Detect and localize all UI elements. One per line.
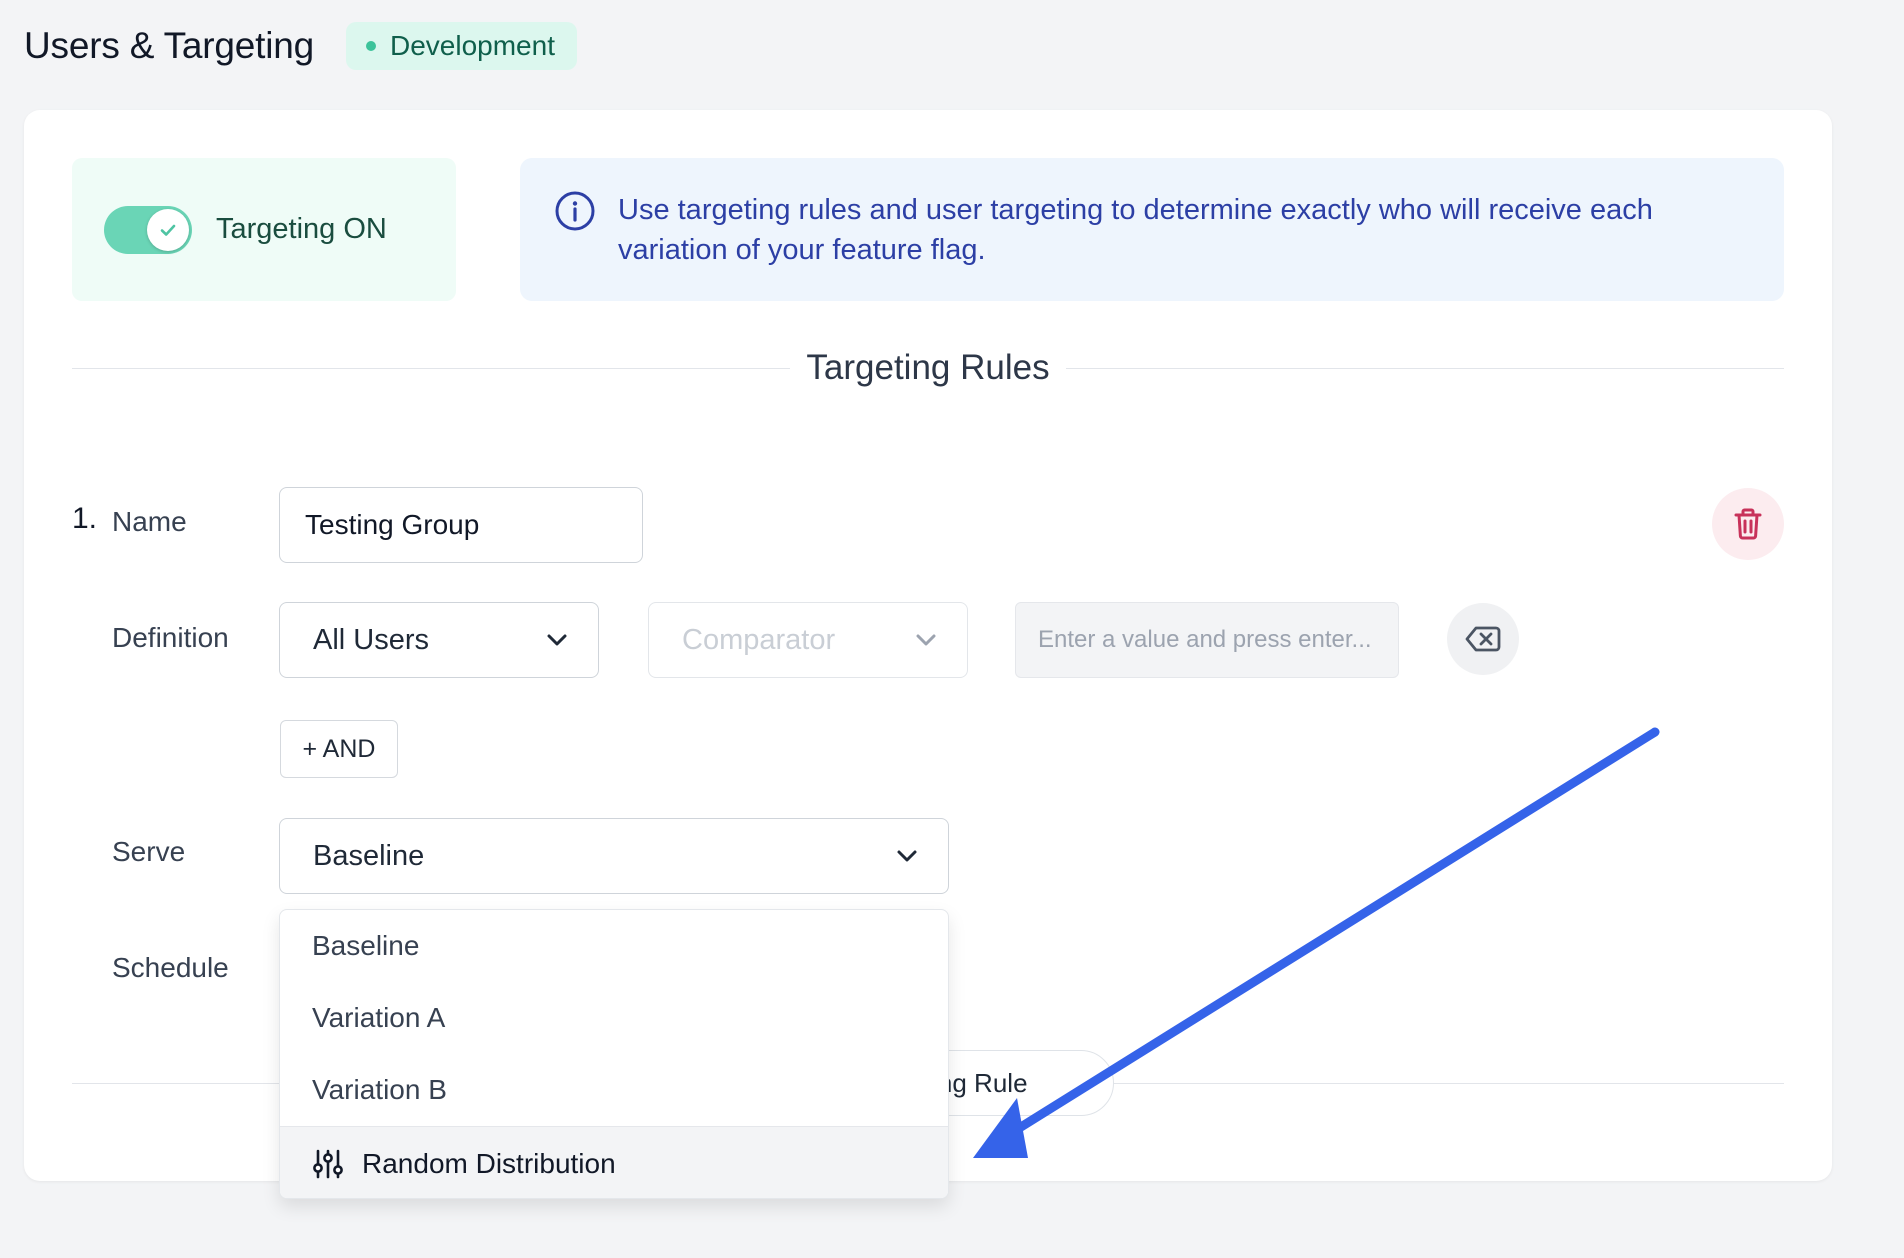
info-icon bbox=[555, 191, 595, 231]
environment-badge: Development bbox=[346, 22, 577, 70]
dropdown-option-baseline[interactable]: Baseline bbox=[280, 910, 948, 982]
page-title: Users & Targeting bbox=[24, 25, 314, 66]
serve-dropdown-menu: Baseline Variation A Variation B Random … bbox=[279, 909, 949, 1199]
condition-value-input[interactable]: Enter a value and press enter... bbox=[1015, 602, 1399, 678]
chevron-down-icon bbox=[916, 634, 936, 646]
backspace-icon bbox=[1465, 626, 1501, 652]
environment-badge-label: Development bbox=[390, 30, 555, 61]
info-callout: Use targeting rules and user targeting t… bbox=[520, 158, 1784, 301]
sliders-icon bbox=[313, 1149, 343, 1178]
serve-label: Serve bbox=[112, 836, 186, 867]
serve-select[interactable]: Baseline bbox=[279, 818, 949, 894]
check-icon bbox=[147, 208, 189, 251]
rule-name-input[interactable]: Testing Group bbox=[279, 487, 643, 563]
random-distribution-label: Random Distribution bbox=[362, 1147, 616, 1179]
serve-select-value: Baseline bbox=[313, 839, 425, 872]
schedule-label: Schedule bbox=[112, 952, 229, 983]
add-and-condition-button[interactable]: + AND bbox=[280, 720, 398, 778]
targeting-toggle-label: Targeting ON bbox=[216, 213, 387, 245]
delete-rule-button[interactable] bbox=[1712, 488, 1784, 560]
clear-condition-button[interactable] bbox=[1447, 603, 1519, 675]
dropdown-option-random-distribution[interactable]: Random Distribution bbox=[280, 1126, 948, 1198]
condition-value-placeholder: Enter a value and press enter... bbox=[1038, 626, 1372, 653]
targeting-toggle-panel: Targeting ON bbox=[72, 158, 456, 301]
definition-label: Definition bbox=[112, 622, 229, 653]
name-label: Name bbox=[112, 506, 187, 537]
definition-select-value: All Users bbox=[313, 623, 430, 656]
status-dot-icon bbox=[366, 41, 376, 51]
dropdown-option-variation-a[interactable]: Variation A bbox=[280, 982, 948, 1054]
comparator-placeholder: Comparator bbox=[682, 623, 836, 656]
comparator-select[interactable]: Comparator bbox=[648, 602, 968, 678]
section-divider: Targeting Rules bbox=[72, 348, 1784, 388]
rule-number: 1. bbox=[72, 502, 98, 535]
section-title: Targeting Rules bbox=[72, 348, 1784, 388]
chevron-down-icon bbox=[547, 634, 567, 646]
chevron-down-icon bbox=[897, 850, 917, 862]
info-text: Use targeting rules and user targeting t… bbox=[618, 194, 1653, 266]
page-header: Users & Targeting Development bbox=[24, 22, 577, 70]
trash-icon bbox=[1734, 508, 1762, 540]
targeting-toggle[interactable] bbox=[104, 205, 192, 254]
dropdown-option-variation-b[interactable]: Variation B bbox=[280, 1054, 948, 1126]
rule-name-value: Testing Group bbox=[305, 509, 480, 540]
definition-select[interactable]: All Users bbox=[279, 602, 599, 678]
